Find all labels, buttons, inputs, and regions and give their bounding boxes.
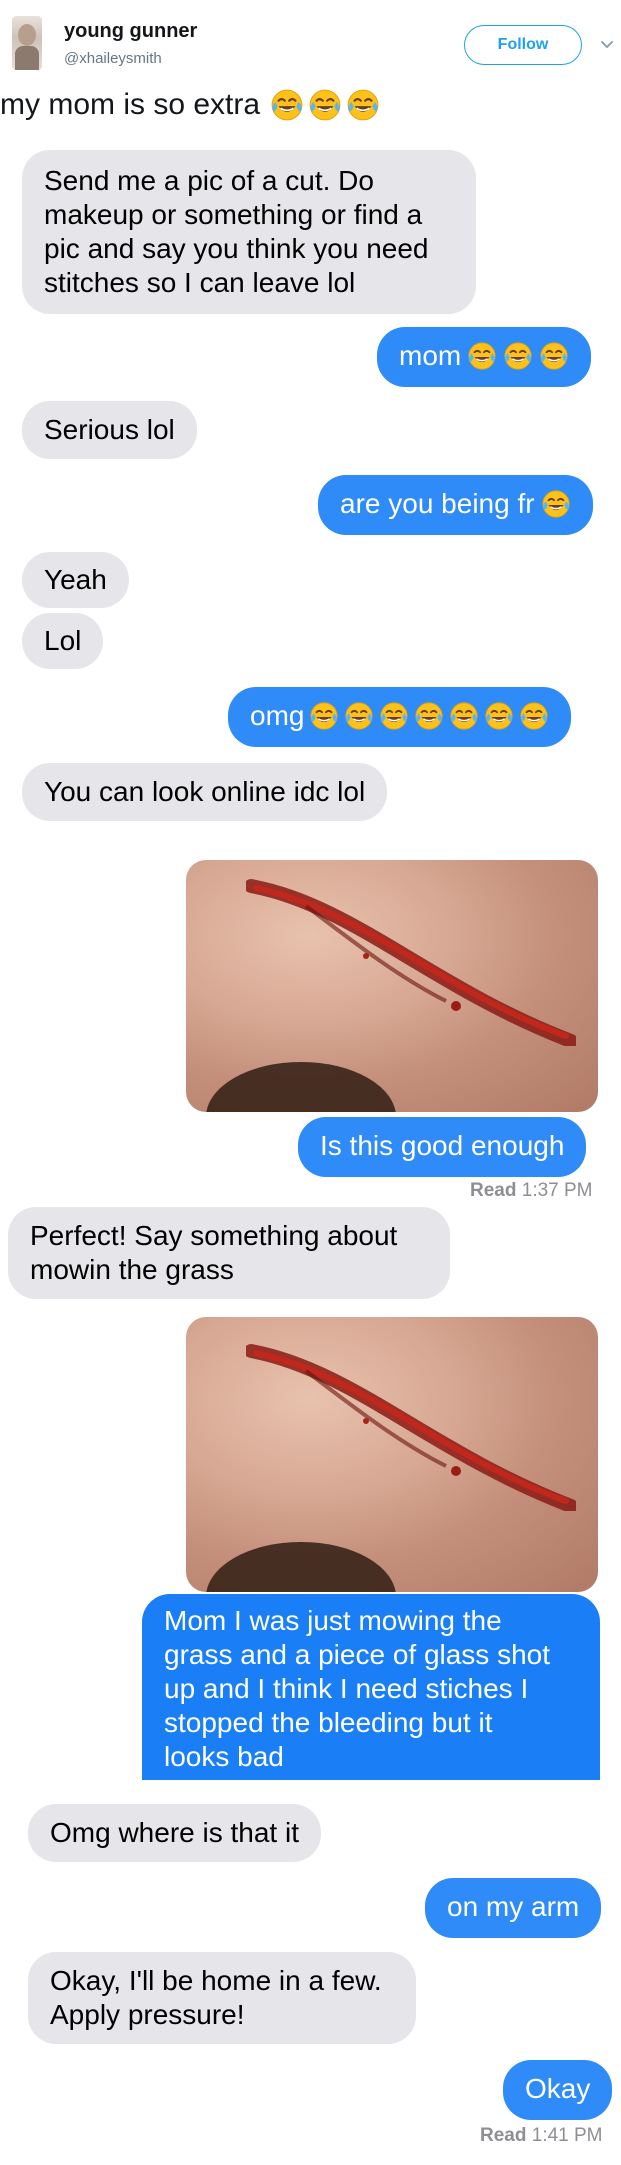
message-text: Okay bbox=[525, 2073, 591, 2104]
message-bubble-incoming[interactable]: Serious lol bbox=[22, 401, 197, 459]
read-time: 1:37 PM bbox=[521, 1180, 593, 1201]
user-handle[interactable]: @xhaileysmith bbox=[64, 50, 162, 67]
message-line: stopped the bleeding but it bbox=[164, 1707, 493, 1738]
tears-of-joy-icon bbox=[539, 341, 569, 371]
read-receipt: Read 1:37 PM bbox=[470, 1180, 593, 1202]
message-text: Is this good enough bbox=[320, 1130, 565, 1161]
message-bubble-outgoing[interactable]: Okay bbox=[503, 2060, 613, 2120]
message-line: makeup or something or find a bbox=[44, 199, 423, 230]
tears-of-joy-icon bbox=[449, 701, 479, 731]
tweet-emoji-group bbox=[270, 88, 380, 122]
message-bubble-outgoing[interactable]: are you being fr bbox=[318, 475, 593, 535]
message-text: Omg where is that it bbox=[50, 1817, 299, 1848]
message-bubble-incoming[interactable]: Yeah bbox=[22, 552, 129, 608]
message-line: Mom I was just mowing the bbox=[164, 1605, 502, 1636]
wound-photo-icon bbox=[246, 1344, 576, 1511]
message-text: omg bbox=[250, 700, 305, 731]
message-line: Perfect! Say something about bbox=[30, 1220, 398, 1251]
message-bubble-incoming[interactable]: Lol bbox=[22, 613, 104, 669]
chevron-down-icon[interactable] bbox=[600, 38, 614, 52]
message-bubble-outgoing[interactable]: mom bbox=[377, 327, 592, 387]
photo-shadow bbox=[206, 1542, 396, 1592]
tears-of-joy-icon bbox=[344, 701, 374, 731]
message-bubble-incoming[interactable]: You can look online idc lol bbox=[22, 763, 388, 821]
message-bubble-outgoing[interactable]: Mom I was just mowing the grass and a pi… bbox=[142, 1594, 600, 1780]
message-bubble-incoming[interactable]: Perfect! Say something about mowin the g… bbox=[8, 1207, 450, 1299]
tweet-text: my mom is so extra bbox=[0, 88, 380, 122]
message-line: stitches so I can leave lol bbox=[44, 267, 356, 298]
tears-of-joy-icon bbox=[541, 489, 571, 519]
tears-of-joy-icon bbox=[467, 341, 497, 371]
read-label: Read bbox=[480, 2125, 527, 2146]
tweet-text-content: my mom is so extra bbox=[0, 88, 261, 121]
tears-of-joy-icon bbox=[503, 341, 533, 371]
wound-photo[interactable] bbox=[186, 1317, 598, 1592]
message-line: mowin the grass bbox=[30, 1254, 234, 1285]
message-bubble-outgoing[interactable]: on my arm bbox=[425, 1878, 602, 1938]
read-time: 1:41 PM bbox=[531, 2125, 603, 2146]
message-bubble-incoming[interactable]: Okay, I'll be home in a few. Apply press… bbox=[28, 1952, 416, 2044]
tears-of-joy-icon bbox=[519, 701, 549, 731]
message-line: looks bad bbox=[164, 1741, 284, 1772]
follow-button[interactable]: Follow bbox=[464, 25, 582, 65]
message-text: mom bbox=[399, 340, 462, 371]
message-line: Okay, I'll be home in a few. bbox=[50, 1965, 382, 1996]
message-line: up and I think I need stiches I bbox=[164, 1673, 529, 1704]
tears-of-joy-icon bbox=[414, 701, 444, 731]
display-name[interactable]: young gunner bbox=[64, 20, 197, 43]
read-label: Read bbox=[470, 1180, 517, 1201]
photo-shadow bbox=[206, 1062, 396, 1112]
message-text: Serious lol bbox=[44, 414, 175, 445]
message-line: Send me a pic of a cut. Do bbox=[44, 165, 374, 196]
tears-of-joy-icon bbox=[270, 88, 304, 122]
message-text: You can look online idc lol bbox=[44, 776, 366, 807]
wound-photo[interactable] bbox=[186, 860, 598, 1112]
message-bubble-outgoing[interactable]: omg bbox=[228, 687, 572, 747]
avatar[interactable] bbox=[12, 16, 42, 70]
message-bubble-outgoing[interactable]: Is this good enough bbox=[298, 1117, 587, 1177]
tears-of-joy-icon bbox=[484, 701, 514, 731]
message-text: Yeah bbox=[44, 564, 107, 595]
tears-of-joy-icon bbox=[346, 88, 380, 122]
message-bubble-incoming[interactable]: Send me a pic of a cut. Do makeup or som… bbox=[22, 150, 476, 314]
message-text: are you being fr bbox=[340, 488, 535, 519]
tears-of-joy-icon bbox=[379, 701, 409, 731]
read-receipt: Read 1:41 PM bbox=[480, 2125, 603, 2147]
message-text: Lol bbox=[44, 625, 82, 656]
tears-of-joy-icon bbox=[308, 88, 342, 122]
message-text: on my arm bbox=[447, 1891, 580, 1922]
wound-photo-icon bbox=[246, 879, 576, 1046]
message-line: pic and say you think you need bbox=[44, 233, 429, 264]
message-bubble-incoming[interactable]: Omg where is that it bbox=[28, 1804, 321, 1862]
message-line: Apply pressure! bbox=[50, 1999, 245, 2030]
tears-of-joy-icon bbox=[309, 701, 339, 731]
message-line: grass and a piece of glass shot bbox=[164, 1639, 551, 1670]
